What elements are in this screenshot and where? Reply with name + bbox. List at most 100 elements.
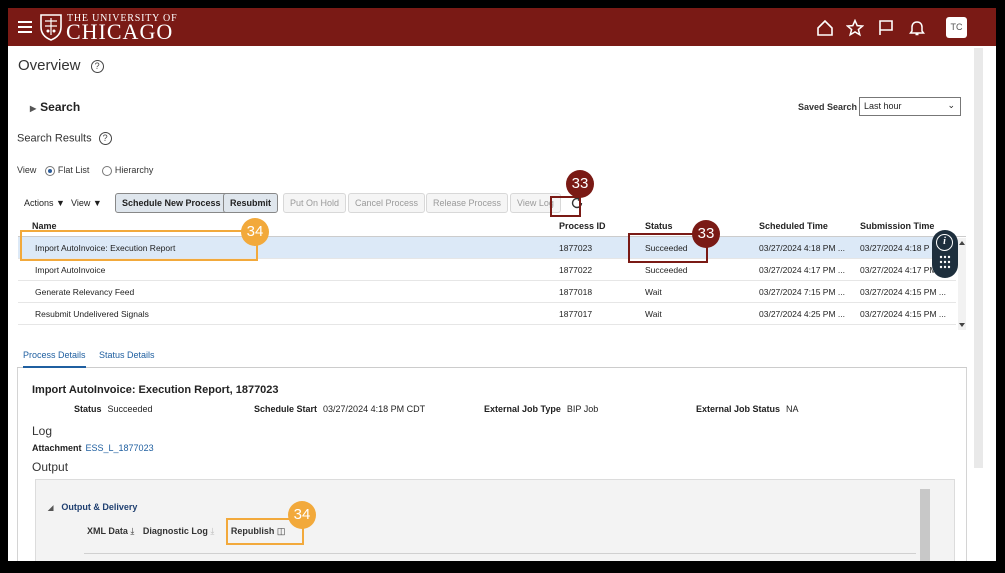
schedule-start-value: 03/27/2024 4:18 PM CDT [323, 404, 426, 414]
external-job-status-label: External Job Status [696, 404, 781, 414]
step-badge: 33 [566, 170, 594, 198]
results-help-icon[interactable]: ? [98, 132, 112, 145]
flag-icon[interactable] [877, 19, 895, 37]
info-icon[interactable]: i [936, 234, 953, 251]
attachment-link[interactable]: ESS_L_1877023 [86, 443, 154, 453]
page-title: Overview ? [18, 57, 104, 74]
bell-icon[interactable] [908, 19, 926, 37]
output-delivery-panel [35, 479, 955, 561]
chevron-down-icon: ⌄ [947, 100, 955, 110]
download-icon: ⤓ [210, 526, 215, 536]
column-status[interactable]: Status [645, 221, 673, 231]
star-icon[interactable] [846, 19, 864, 37]
details-title: Import AutoInvoice: Execution Report, 18… [32, 384, 279, 396]
refresh-highlight-box [550, 196, 581, 217]
schedule-start-label: Schedule Start [254, 404, 318, 414]
search-results-text: Search Results [17, 132, 92, 145]
caret-down-icon: ▼ [56, 198, 65, 208]
output-heading: Output [32, 460, 69, 474]
diagnostic-log-link[interactable]: Diagnostic Log ⤓ [143, 526, 215, 536]
triangle-down-icon: ◢ [48, 505, 54, 512]
row-submission: 03/27/2024 4:15 PM ... [860, 309, 947, 319]
status-field: Status Succeeded [74, 404, 153, 414]
output-divider [84, 553, 916, 554]
actions-label: Actions [24, 198, 54, 208]
external-job-type-field: External Job Type BIP Job [484, 404, 598, 414]
status-label: Status [74, 404, 102, 414]
row-highlight-box [20, 230, 258, 261]
grid-dots-icon [939, 255, 951, 269]
triangle-right-icon: ▶ [30, 104, 37, 113]
detail-tabs: Process Details Status Details [17, 348, 967, 368]
tab-process-details[interactable]: Process Details [23, 348, 86, 368]
row-name: Resubmit Undelivered Signals [35, 309, 149, 319]
external-job-type-value: BIP Job [566, 404, 599, 414]
page-title-text: Overview [18, 57, 81, 74]
release-process-button[interactable]: Release Process [426, 193, 509, 213]
help-icon[interactable]: ? [90, 59, 104, 73]
external-job-type-label: External Job Type [484, 404, 561, 414]
output-scrollbar[interactable] [920, 489, 930, 561]
output-delivery-toggle[interactable]: ◢ Output & Delivery [48, 502, 137, 512]
home-icon[interactable] [816, 19, 834, 37]
download-icon: ⤓ [130, 526, 135, 536]
row-status: Wait [645, 309, 662, 319]
row-status: Wait [645, 287, 662, 297]
app-window: THE UNIVERSITY OF CHICAGO TC Overview ? … [8, 8, 996, 561]
row-submission: 03/27/2024 4:15 PM ... [860, 287, 947, 297]
hierarchy-label[interactable]: Hierarchy [115, 165, 154, 175]
table-row[interactable]: Generate Relevancy Feed 1877018 Wait 03/… [18, 281, 956, 303]
column-process-id[interactable]: Process ID [559, 221, 606, 231]
saved-search-select[interactable]: Last hour ⌄ [859, 97, 961, 116]
flat-list-radio[interactable] [44, 165, 55, 176]
saved-search-label: Saved Search [798, 102, 858, 112]
user-avatar[interactable]: TC [946, 17, 967, 38]
actions-menu[interactable]: Actions ▼ [24, 193, 65, 213]
top-bar: THE UNIVERSITY OF CHICAGO TC [8, 8, 996, 46]
put-on-hold-button[interactable]: Put On Hold [283, 193, 347, 213]
search-disclosure[interactable]: ▶ Search [30, 100, 80, 114]
diagnostic-log-label: Diagnostic Log [142, 526, 208, 536]
cancel-process-button[interactable]: Cancel Process [348, 193, 426, 213]
row-name: Generate Relevancy Feed [35, 287, 135, 297]
row-process-id: 1877018 [559, 287, 593, 297]
row-scheduled: 03/27/2024 4:18 PM ... [759, 243, 846, 253]
attachment-label: Attachment [32, 443, 82, 453]
menu-icon[interactable] [18, 21, 32, 33]
row-process-id: 1877022 [559, 265, 593, 275]
row-process-id: 1877017 [559, 309, 593, 319]
attachment-field: Attachment ESS_L_1877023 [32, 443, 154, 453]
schedule-new-process-button[interactable]: Schedule New Process [115, 193, 228, 213]
row-submission: 03/27/2024 4:18 P [860, 243, 930, 253]
row-scheduled: 03/27/2024 7:15 PM ... [759, 287, 846, 297]
row-name: Import AutoInvoice [35, 265, 106, 275]
search-results-label: Search Results ? [17, 132, 112, 145]
hierarchy-radio[interactable] [101, 165, 112, 176]
row-process-id: 1877023 [559, 243, 593, 253]
flat-list-label[interactable]: Flat List [58, 165, 90, 175]
saved-search-value: Last hour [864, 101, 902, 111]
view-label: View [17, 165, 37, 175]
schedule-start-field: Schedule Start 03/27/2024 4:18 PM CDT [254, 404, 425, 414]
xml-data-label: XML Data [87, 526, 128, 536]
university-name-main: CHICAGO [66, 19, 174, 44]
step-badge: 34 [288, 501, 316, 529]
page-scrollbar[interactable] [974, 48, 983, 468]
row-status: Succeeded [645, 265, 688, 275]
table-row[interactable]: Resubmit Undelivered Signals 1877017 Wai… [18, 303, 956, 325]
resubmit-button[interactable]: Resubmit [223, 193, 279, 213]
step-badge: 34 [241, 218, 269, 246]
view-menu-label: View [71, 198, 91, 208]
column-submission-time[interactable]: Submission Time [860, 221, 934, 231]
grid-scrollbar[interactable] [958, 238, 966, 330]
caret-down-icon: ▼ [92, 198, 102, 208]
external-job-status-field: External Job Status NA [696, 404, 799, 414]
university-crest-logo [40, 14, 62, 41]
view-menu[interactable]: View ▼ [71, 193, 102, 213]
column-scheduled-time[interactable]: Scheduled Time [759, 221, 828, 231]
external-job-status-value: NA [786, 404, 799, 414]
xml-data-link[interactable]: XML Data ⤓ [87, 526, 134, 536]
output-delivery-label: Output & Delivery [61, 502, 138, 512]
tab-status-details[interactable]: Status Details [99, 348, 155, 368]
table-row[interactable]: Import AutoInvoice 1877022 Succeeded 03/… [18, 259, 956, 281]
